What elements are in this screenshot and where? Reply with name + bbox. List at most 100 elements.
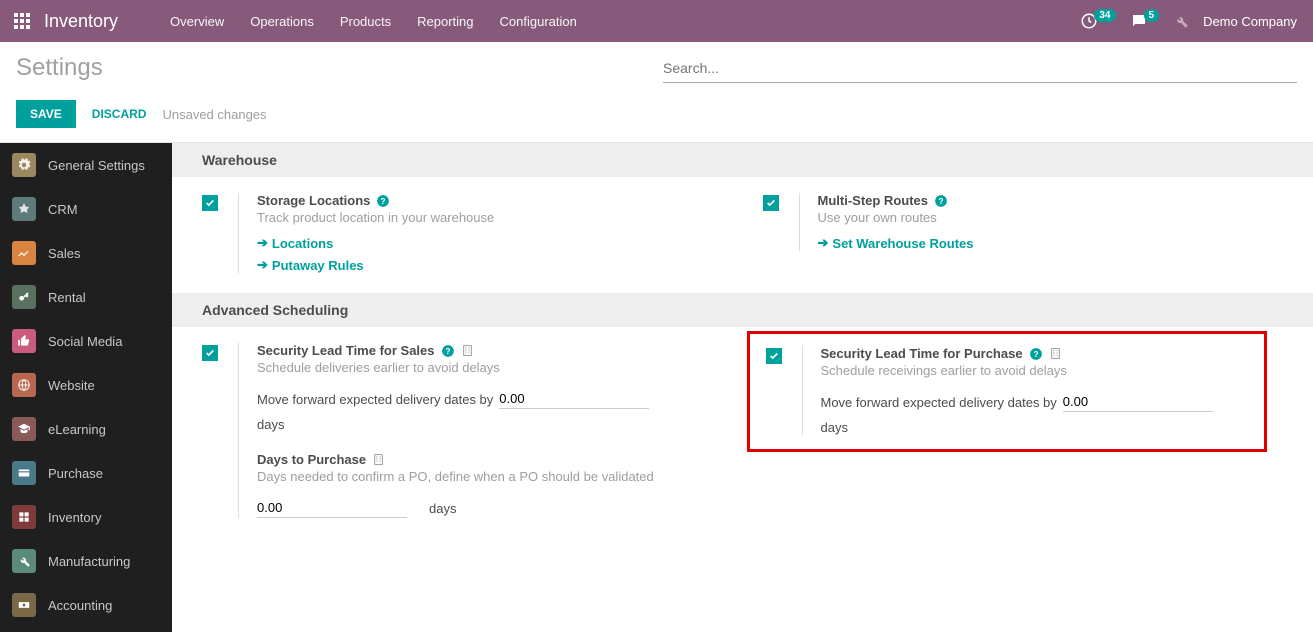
app-brand[interactable]: Inventory xyxy=(44,11,118,32)
sidebar-item-general[interactable]: General Settings xyxy=(0,143,172,187)
section-warehouse-title: Warehouse xyxy=(172,143,1313,177)
messages-badge: 5 xyxy=(1144,9,1160,22)
unit-purchase-lead: days xyxy=(821,420,1247,435)
settings-content[interactable]: Warehouse Storage Locations ? Track prod… xyxy=(172,143,1313,632)
sidebar-item-website[interactable]: Website xyxy=(0,363,172,407)
activities-button[interactable]: 34 xyxy=(1080,12,1115,30)
sidebar-item-sales[interactable]: Sales xyxy=(0,231,172,275)
input-sales-lead-days[interactable] xyxy=(499,389,649,409)
boxes-icon xyxy=(12,505,36,529)
label-storage-locations: Storage Locations xyxy=(257,193,370,208)
sidebar-item-label: Inventory xyxy=(48,510,101,525)
checkbox-sales-lead-time[interactable] xyxy=(202,345,218,361)
activities-badge: 34 xyxy=(1094,9,1115,22)
sidebar-item-rental[interactable]: Rental xyxy=(0,275,172,319)
sidebar-item-manufacturing[interactable]: Manufacturing xyxy=(0,539,172,583)
unsaved-indicator: Unsaved changes xyxy=(162,107,266,122)
thumbsup-icon xyxy=(12,329,36,353)
link-putaway-rules[interactable]: ➔Putaway Rules xyxy=(257,257,723,273)
sidebar-item-label: General Settings xyxy=(48,158,145,173)
sidebar-item-label: Rental xyxy=(48,290,86,305)
gear-icon xyxy=(12,153,36,177)
card-icon xyxy=(12,461,36,485)
sidebar-item-label: Accounting xyxy=(48,598,112,613)
settings-sidebar[interactable]: General Settings CRM Sales Rental Social… xyxy=(0,143,172,632)
building-icon[interactable] xyxy=(372,453,385,466)
help-icon[interactable]: ? xyxy=(934,194,948,208)
nav-configuration[interactable]: Configuration xyxy=(488,14,589,29)
desc-multistep-routes: Use your own routes xyxy=(818,210,1284,225)
svg-text:?: ? xyxy=(1033,349,1038,358)
sidebar-item-social[interactable]: Social Media xyxy=(0,319,172,363)
desc-sales-lead-time: Schedule deliveries earlier to avoid del… xyxy=(257,360,723,375)
top-navbar: Inventory Overview Operations Products R… xyxy=(0,0,1313,42)
discard-button[interactable]: DISCARD xyxy=(92,107,147,121)
nav-operations[interactable]: Operations xyxy=(238,14,326,29)
sidebar-item-label: Sales xyxy=(48,246,81,261)
sidebar-item-label: Manufacturing xyxy=(48,554,130,569)
devtools-icon[interactable] xyxy=(1173,13,1189,29)
nav-reporting[interactable]: Reporting xyxy=(405,14,485,29)
unit-sales-lead: days xyxy=(257,417,723,432)
section-adv-title: Advanced Scheduling xyxy=(172,293,1313,327)
apps-icon[interactable] xyxy=(8,7,36,35)
sidebar-item-label: Website xyxy=(48,378,95,393)
sidebar-item-crm[interactable]: CRM xyxy=(0,187,172,231)
checkbox-storage-locations[interactable] xyxy=(202,195,218,211)
checkbox-multistep-routes[interactable] xyxy=(763,195,779,211)
arrow-right-icon: ➔ xyxy=(257,235,268,251)
unit-days-to-purchase: days xyxy=(429,501,456,516)
nav-products[interactable]: Products xyxy=(328,14,403,29)
key-icon xyxy=(12,285,36,309)
desc-days-to-purchase: Days needed to confirm a PO, define when… xyxy=(257,469,723,484)
sidebar-item-inventory[interactable]: Inventory xyxy=(0,495,172,539)
help-icon[interactable]: ? xyxy=(1029,347,1043,361)
desc-purchase-lead-time: Schedule receivings earlier to avoid del… xyxy=(821,363,1247,378)
money-icon xyxy=(12,593,36,617)
label-sales-lead-time: Security Lead Time for Sales xyxy=(257,343,435,358)
main-area: General Settings CRM Sales Rental Social… xyxy=(0,143,1313,632)
handshake-icon xyxy=(12,197,36,221)
messages-button[interactable]: 5 xyxy=(1130,12,1160,30)
page-title: Settings xyxy=(16,54,663,90)
control-panel: Settings SAVE DISCARD Unsaved changes xyxy=(0,42,1313,143)
input-purchase-lead-days[interactable] xyxy=(1063,392,1213,412)
search-input[interactable] xyxy=(663,54,1297,83)
globe-icon xyxy=(12,373,36,397)
company-selector[interactable]: Demo Company xyxy=(1203,14,1305,29)
input-days-to-purchase[interactable] xyxy=(257,498,407,518)
sidebar-item-elearning[interactable]: eLearning xyxy=(0,407,172,451)
help-icon[interactable]: ? xyxy=(376,194,390,208)
highlight-purchase-lead-time: Security Lead Time for Purchase ? Schedu… xyxy=(747,331,1268,452)
svg-text:?: ? xyxy=(939,196,944,205)
sidebar-item-label: Social Media xyxy=(48,334,122,349)
nav-overview[interactable]: Overview xyxy=(158,14,236,29)
label-days-to-purchase: Days to Purchase xyxy=(257,452,366,467)
arrow-right-icon: ➔ xyxy=(257,257,268,273)
sidebar-item-label: Purchase xyxy=(48,466,103,481)
checkbox-purchase-lead-time[interactable] xyxy=(766,348,782,364)
link-locations[interactable]: ➔Locations xyxy=(257,235,723,251)
nav-links: Overview Operations Products Reporting C… xyxy=(158,14,589,29)
field-sales-lead-pre: Move forward expected delivery dates by xyxy=(257,392,493,407)
link-set-warehouse-routes[interactable]: ➔Set Warehouse Routes xyxy=(818,235,1284,251)
sidebar-item-label: eLearning xyxy=(48,422,106,437)
sidebar-item-project[interactable]: Project xyxy=(0,627,172,632)
wrench-icon xyxy=(12,549,36,573)
sidebar-item-label: CRM xyxy=(48,202,78,217)
sidebar-item-accounting[interactable]: Accounting xyxy=(0,583,172,627)
svg-text:?: ? xyxy=(445,346,450,355)
navbar-right: 34 5 Demo Company xyxy=(1080,12,1305,30)
graduation-icon xyxy=(12,417,36,441)
label-multistep-routes: Multi-Step Routes xyxy=(818,193,929,208)
building-icon[interactable] xyxy=(461,344,474,357)
desc-storage-locations: Track product location in your warehouse xyxy=(257,210,723,225)
help-icon[interactable]: ? xyxy=(441,344,455,358)
sidebar-item-purchase[interactable]: Purchase xyxy=(0,451,172,495)
label-purchase-lead-time: Security Lead Time for Purchase xyxy=(821,346,1023,361)
chart-icon xyxy=(12,241,36,265)
building-icon[interactable] xyxy=(1049,347,1062,360)
svg-text:?: ? xyxy=(381,196,386,205)
arrow-right-icon: ➔ xyxy=(818,235,829,251)
save-button[interactable]: SAVE xyxy=(16,100,76,128)
